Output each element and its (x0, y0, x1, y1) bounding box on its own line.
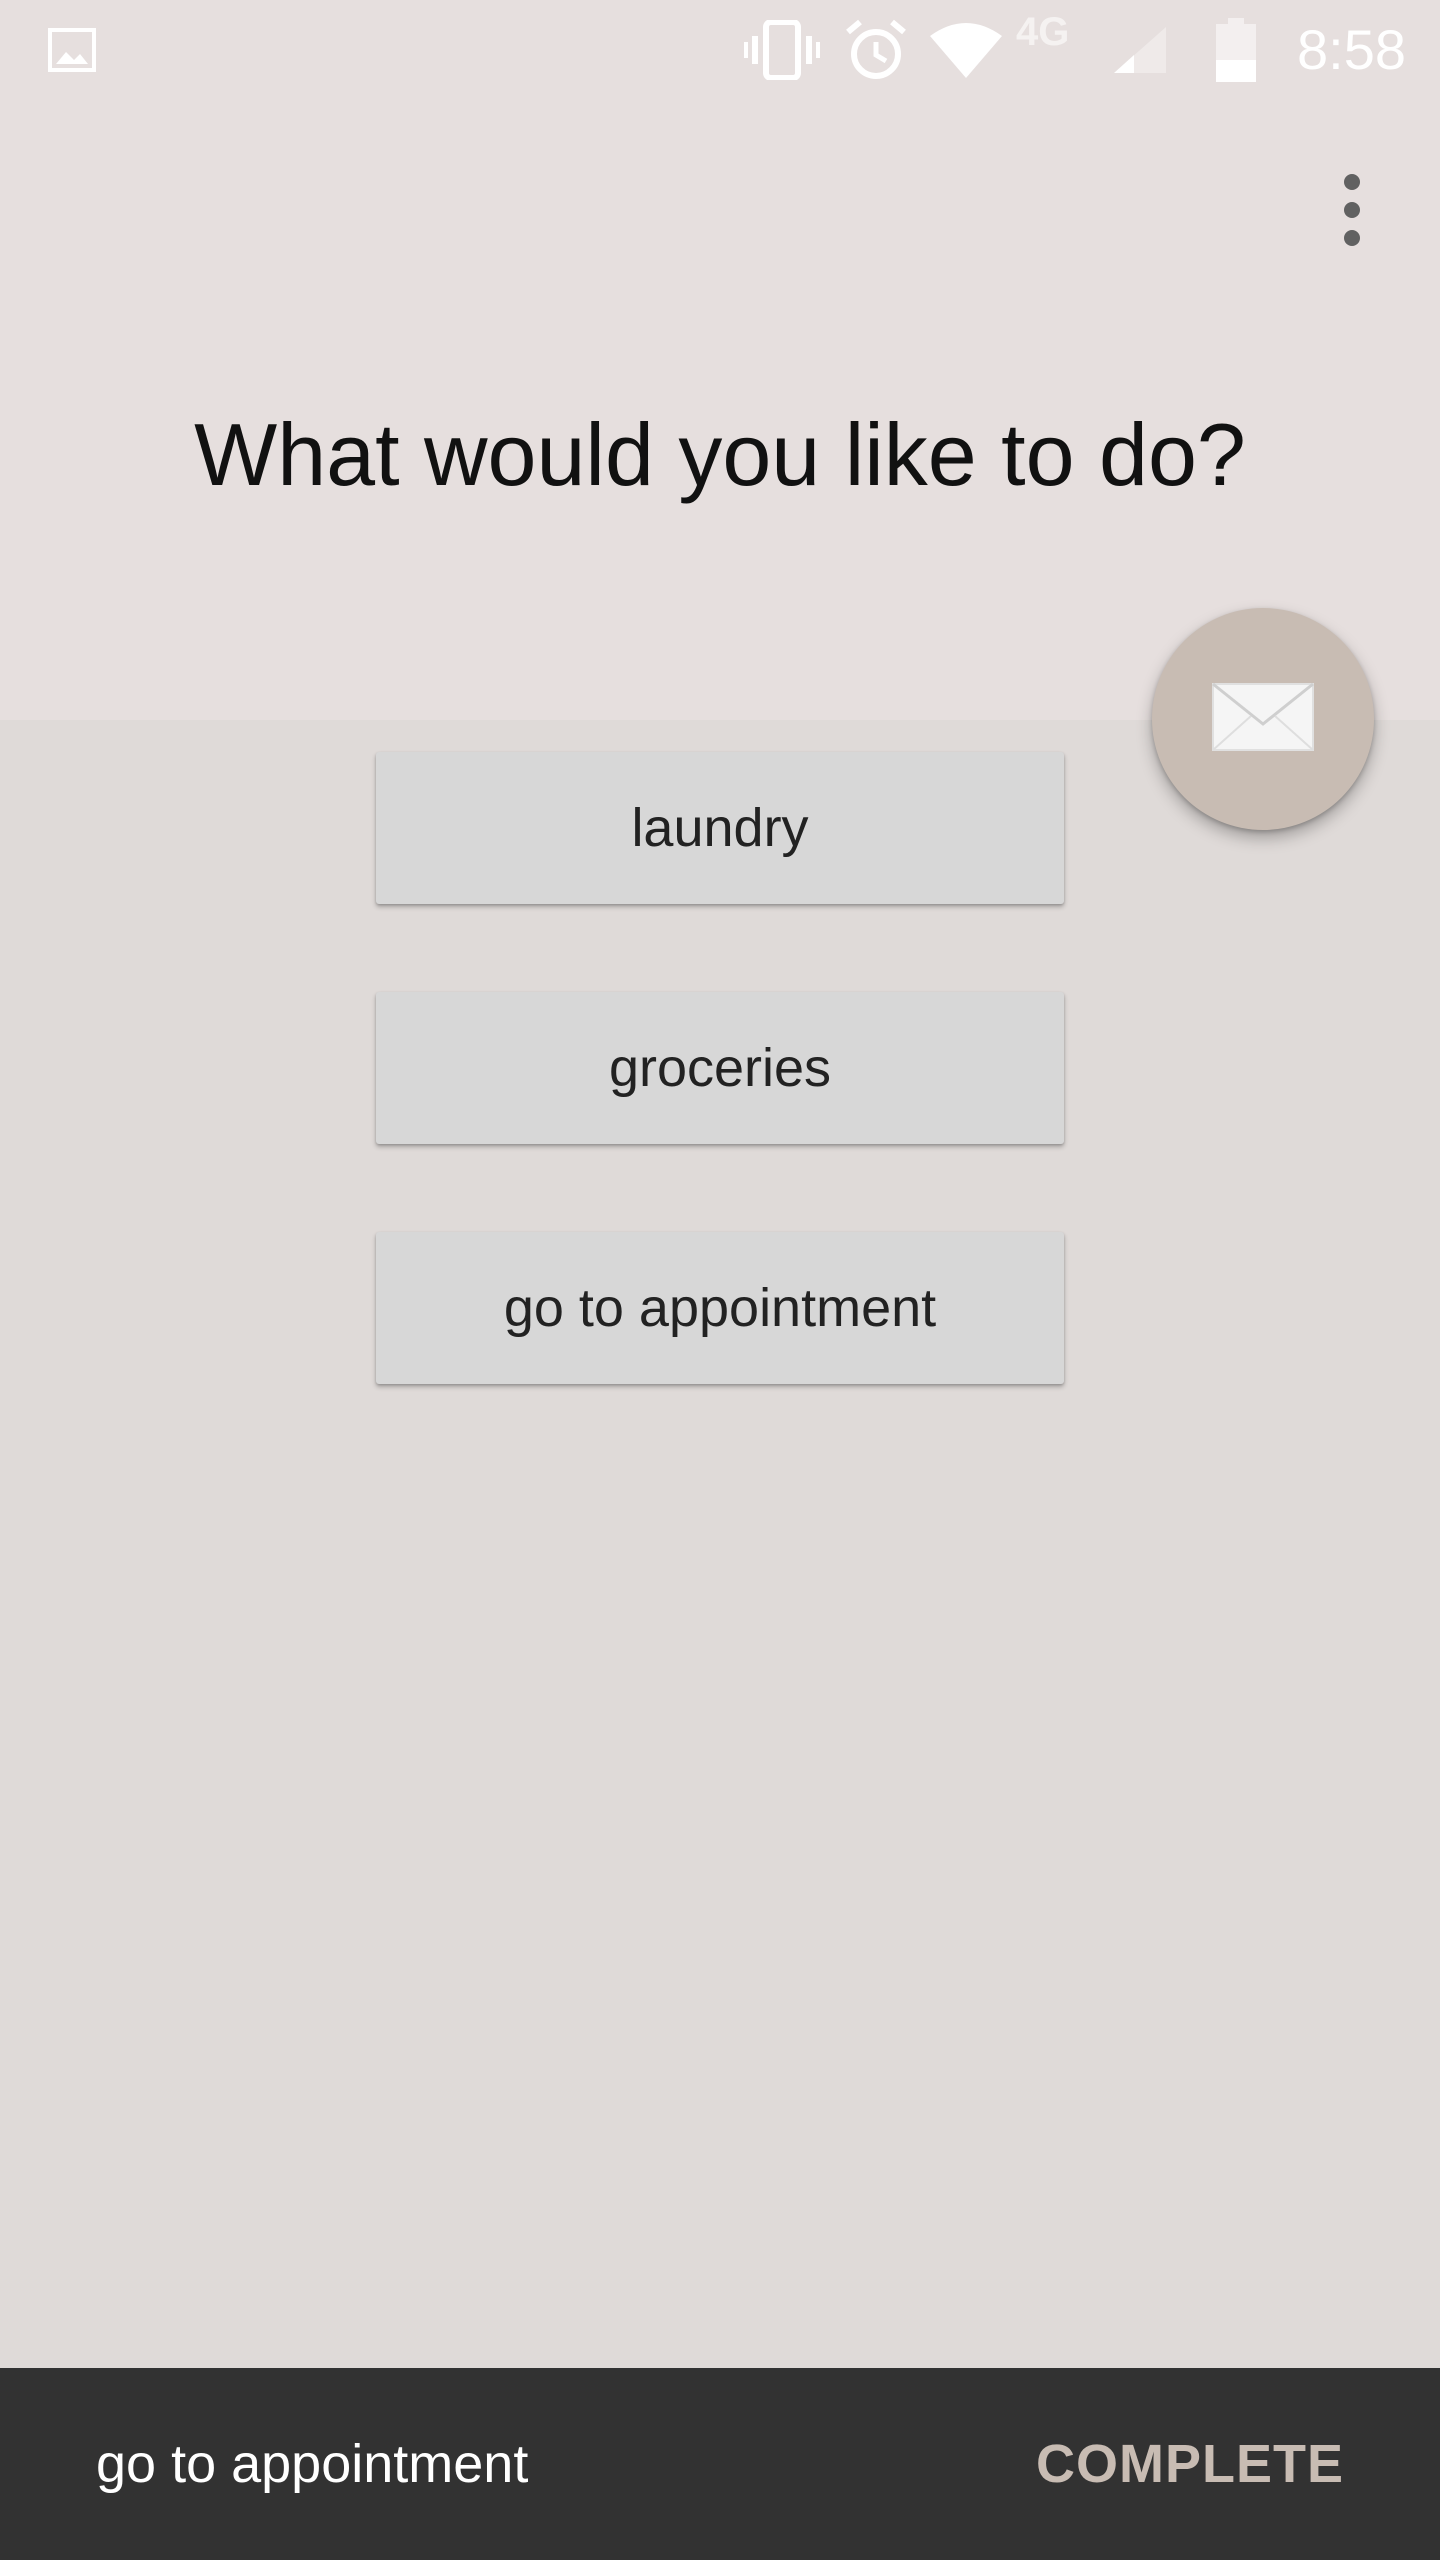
groceries-button[interactable]: groceries (376, 992, 1064, 1144)
complete-button[interactable]: COMPLETE (1036, 2368, 1344, 2560)
alarm-icon (844, 0, 908, 100)
snackbar-message: go to appointment (96, 2434, 529, 2494)
battery-icon (1212, 0, 1260, 100)
mail-icon (1211, 682, 1315, 757)
network-type-text: 4G (1016, 10, 1070, 54)
laundry-button[interactable]: laundry (376, 752, 1064, 904)
cell-signal-icon (1112, 0, 1168, 100)
menu-dot (1344, 174, 1360, 190)
vibrate-icon (744, 0, 820, 100)
menu-dot (1344, 202, 1360, 218)
image-notification-icon (44, 0, 100, 100)
page-title: What would you like to do? (194, 405, 1246, 504)
overflow-menu-icon[interactable] (1312, 160, 1392, 260)
snackbar: go to appointment COMPLETE (0, 2368, 1440, 2560)
menu-dot (1344, 230, 1360, 246)
mail-fab-button[interactable] (1152, 608, 1374, 830)
status-bar: 4G 8:58 (0, 0, 1440, 100)
go-to-appointment-button[interactable]: go to appointment (376, 1232, 1064, 1384)
network-type-label: 4G (1016, 0, 1112, 100)
status-time: 8:58 (1297, 18, 1406, 81)
wifi-icon (928, 0, 1004, 100)
